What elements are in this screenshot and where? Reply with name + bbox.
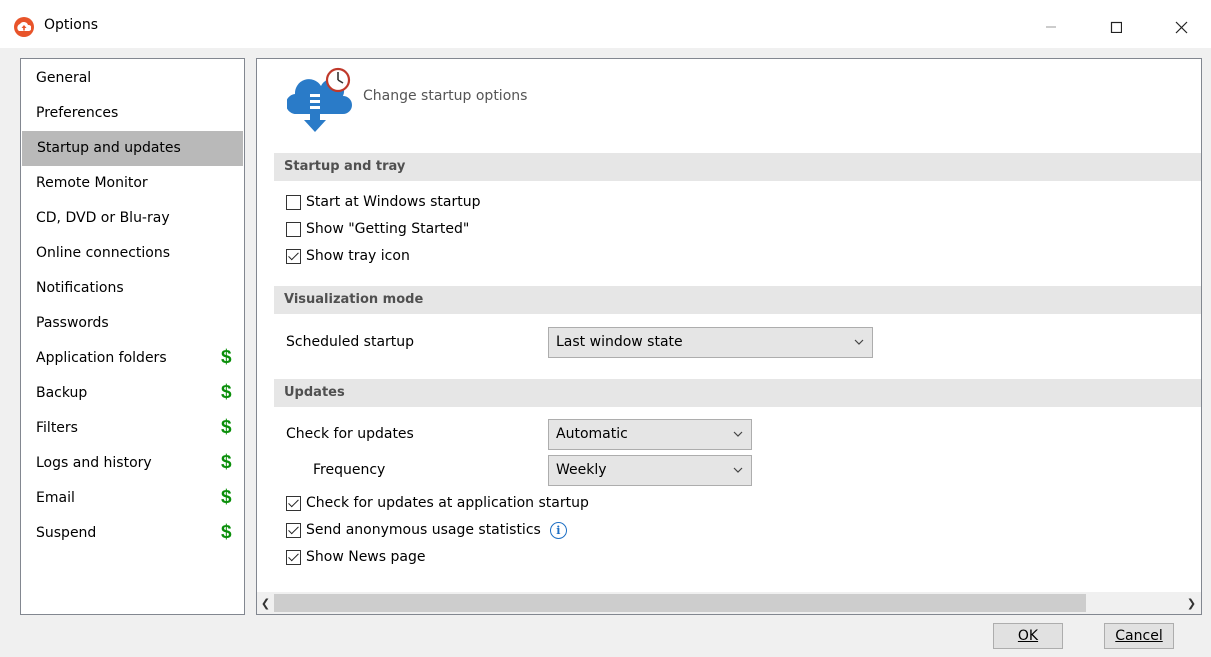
checkbox-box[interactable] <box>286 221 301 237</box>
chevron-down-icon <box>733 431 743 437</box>
dropdown-value: Automatic <box>556 426 628 442</box>
scrollbar-thumb[interactable] <box>274 594 1086 612</box>
checkbox-box[interactable] <box>286 495 301 511</box>
title-bar[interactable]: Options <box>0 6 1211 48</box>
sidebar-item-label: Application folders <box>36 350 167 366</box>
section-title: Updates <box>284 385 345 400</box>
start-at-windows-startup-checkbox[interactable]: Start at Windows startup <box>286 192 480 212</box>
options-window: Options General Preferences Startup and up… <box>0 0 1211 657</box>
cancel-button[interactable]: Cancel <box>1104 623 1174 649</box>
startup-clock-cloud-icon <box>285 66 357 134</box>
send-usage-statistics-checkbox[interactable]: Send anonymous usage statistics i <box>286 520 567 540</box>
sidebar-item-backup[interactable]: Backup $ <box>21 376 244 411</box>
checkbox-box[interactable] <box>286 194 301 210</box>
check-updates-at-startup-checkbox[interactable]: Check for updates at application startup <box>286 493 589 513</box>
button-label: OK <box>1017 628 1039 644</box>
chevron-down-icon <box>733 467 743 473</box>
dropdown-value: Weekly <box>556 462 607 478</box>
checkbox-label: Send anonymous usage statistics <box>306 522 541 538</box>
checkbox-label: Start at Windows startup <box>306 194 481 210</box>
scroll-left-icon[interactable]: ❮ <box>257 592 274 614</box>
button-label: Cancel <box>1115 628 1163 644</box>
section-title: Startup and tray <box>284 159 406 174</box>
info-icon[interactable]: i <box>549 521 567 539</box>
sidebar-item-label: Backup <box>36 385 88 401</box>
show-tray-icon-checkbox[interactable]: Show tray icon <box>286 246 410 266</box>
sidebar-item-online-connections[interactable]: Online connections <box>21 236 244 271</box>
sidebar-item-application-folders[interactable]: Application folders $ <box>21 341 244 376</box>
frequency-dropdown[interactable]: Weekly <box>548 455 752 486</box>
options-content-panel: Change startup options Startup and tray … <box>256 58 1202 615</box>
checkbox-label: Show "Getting Started" <box>306 221 470 237</box>
checkbox-box[interactable] <box>286 549 301 565</box>
horizontal-scrollbar[interactable]: ❮ ❯ <box>257 592 1201 614</box>
check-for-updates-label: Check for updates <box>286 426 414 442</box>
sidebar-item-general[interactable]: General <box>21 61 244 96</box>
sidebar-item-notifications[interactable]: Notifications <box>21 271 244 306</box>
premium-dollar-icon: $ <box>221 522 232 543</box>
section-visualization-mode: Visualization mode <box>274 286 1201 314</box>
dropdown-value: Last window state <box>556 334 683 350</box>
chevron-down-icon <box>854 339 864 345</box>
maximize-button[interactable] <box>1093 6 1139 48</box>
section-startup-and-tray: Startup and tray <box>274 153 1201 181</box>
sidebar-item-label: General <box>36 70 92 86</box>
sidebar-item-email[interactable]: Email $ <box>21 481 244 516</box>
sidebar-item-remote-monitor[interactable]: Remote Monitor <box>21 166 244 201</box>
checkbox-label: Show tray icon <box>306 248 410 264</box>
ok-button[interactable]: OK <box>993 623 1063 649</box>
sidebar-item-passwords[interactable]: Passwords <box>21 306 244 341</box>
page-title: Change startup options <box>363 88 528 104</box>
sidebar-item-label: Online connections <box>36 245 171 261</box>
scheduled-startup-dropdown[interactable]: Last window state <box>548 327 873 358</box>
premium-dollar-icon: $ <box>221 487 232 508</box>
sidebar-item-label: Startup and updates <box>37 140 181 156</box>
sidebar-item-filters[interactable]: Filters $ <box>21 411 244 446</box>
options-category-list[interactable]: General Preferences Startup and updates Rem… <box>20 58 245 615</box>
premium-dollar-icon: $ <box>221 347 232 368</box>
frequency-label: Frequency <box>313 462 386 478</box>
sidebar-item-label: CD, DVD or Blu-ray <box>36 210 170 226</box>
checkbox-label: Show News page <box>306 549 426 565</box>
checkbox-box[interactable] <box>286 522 301 538</box>
sidebar-item-label: Logs and history <box>36 455 152 471</box>
sidebar-item-cd-dvd-or-blu-ray[interactable]: CD, DVD or Blu-ray <box>21 201 244 236</box>
sidebar-item-label: Notifications <box>36 280 124 296</box>
sidebar-item-label: Filters <box>36 420 78 436</box>
check-for-updates-dropdown[interactable]: Automatic <box>548 419 752 450</box>
sidebar-item-suspend[interactable]: Suspend $ <box>21 516 244 551</box>
sidebar-item-preferences[interactable]: Preferences <box>21 96 244 131</box>
show-news-page-checkbox[interactable]: Show News page <box>286 547 425 567</box>
app-logo-icon <box>14 17 34 37</box>
sidebar-item-label: Remote Monitor <box>36 175 148 191</box>
checkbox-box[interactable] <box>286 248 301 264</box>
window-title: Options <box>44 17 99 33</box>
sidebar-item-label: Suspend <box>36 525 97 541</box>
premium-dollar-icon: $ <box>221 452 232 473</box>
minimize-button[interactable] <box>1028 6 1074 48</box>
sidebar-item-label: Email <box>36 490 75 506</box>
premium-dollar-icon: $ <box>221 417 232 438</box>
scroll-right-icon[interactable]: ❯ <box>1183 592 1200 614</box>
checkbox-label: Check for updates at application startup <box>306 495 589 511</box>
sidebar-item-label: Passwords <box>36 315 109 331</box>
show-getting-started-checkbox[interactable]: Show "Getting Started" <box>286 219 469 239</box>
section-updates: Updates <box>274 379 1201 407</box>
close-button[interactable] <box>1158 6 1204 48</box>
sidebar-item-label: Preferences <box>36 105 119 121</box>
sidebar-item-logs-and-history[interactable]: Logs and history $ <box>21 446 244 481</box>
premium-dollar-icon: $ <box>221 382 232 403</box>
scheduled-startup-label: Scheduled startup <box>286 334 415 350</box>
section-title: Visualization mode <box>284 292 424 307</box>
sidebar-item-startup-and-updates[interactable]: Startup and updates <box>22 131 243 166</box>
